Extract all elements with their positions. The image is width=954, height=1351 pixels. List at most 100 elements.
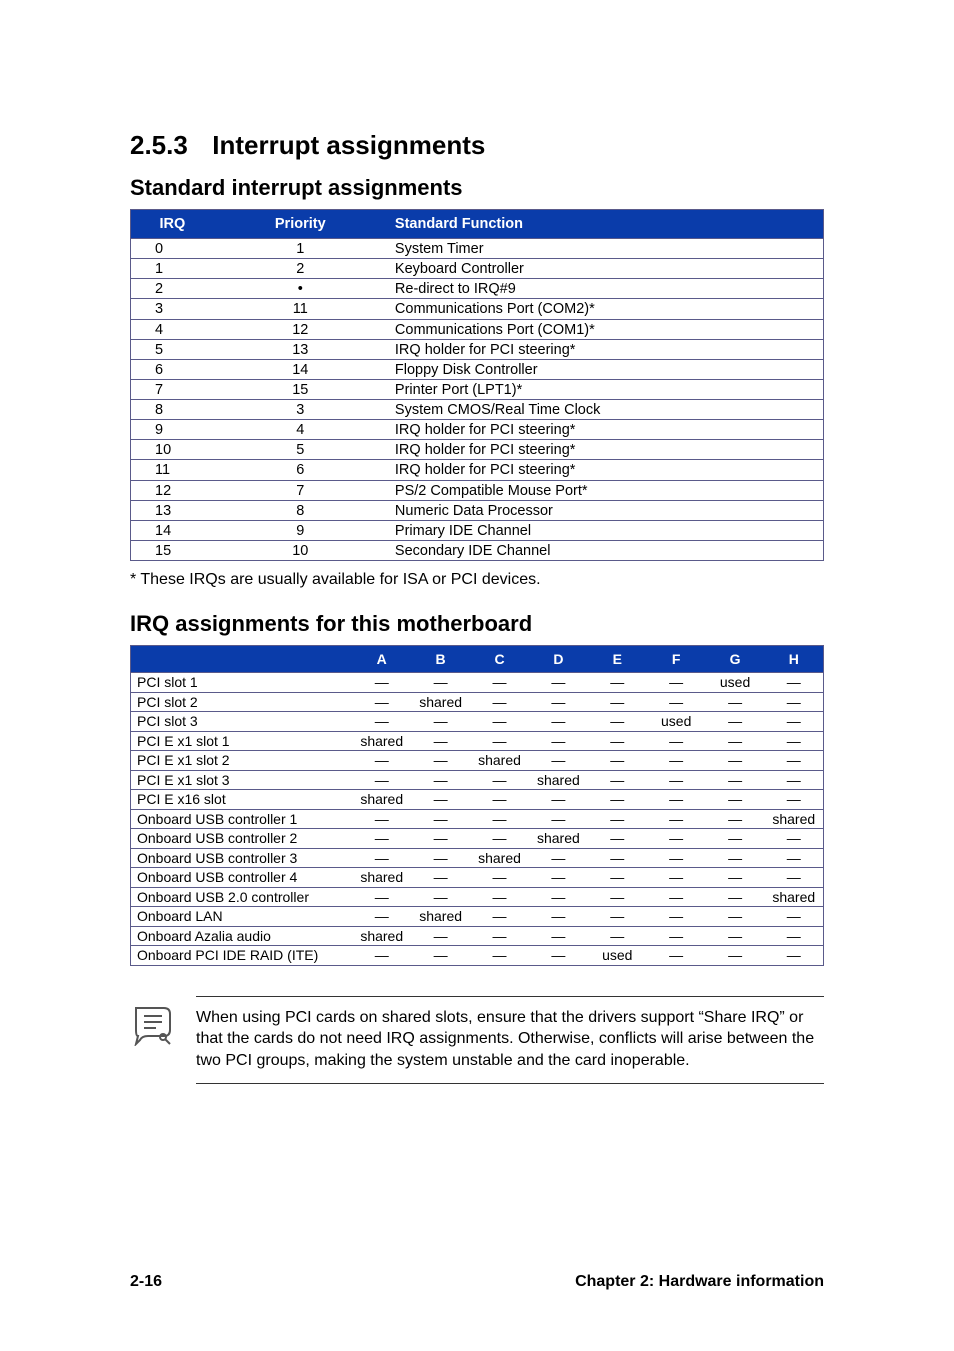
- cell-priority: 3: [214, 400, 387, 420]
- cell-value: —: [529, 673, 588, 693]
- cell-value: —: [588, 926, 647, 946]
- cell-value: —: [411, 926, 470, 946]
- col-f: F: [647, 646, 706, 673]
- cell-value: —: [352, 907, 411, 927]
- cell-irq: 4: [131, 319, 214, 339]
- cell-value: —: [588, 887, 647, 907]
- footnote-irqs: * These IRQs are usually available for I…: [130, 571, 824, 589]
- table-row: PCI E x16 slotshared———————: [131, 790, 824, 810]
- cell-value: —: [765, 673, 824, 693]
- cell-value: shared: [352, 790, 411, 810]
- cell-value: —: [706, 790, 765, 810]
- cell-irq: 7: [131, 379, 214, 399]
- cell-value: —: [588, 673, 647, 693]
- cell-priority: 1: [214, 239, 387, 259]
- cell-priority: 7: [214, 480, 387, 500]
- cell-value: —: [706, 926, 765, 946]
- cell-value: —: [470, 692, 529, 712]
- cell-irq: 12: [131, 480, 214, 500]
- cell-function: Keyboard Controller: [387, 259, 824, 279]
- cell-value: —: [352, 848, 411, 868]
- section-title: Interrupt assignments: [212, 130, 485, 160]
- cell-priority: 13: [214, 339, 387, 359]
- cell-value: —: [588, 848, 647, 868]
- cell-value: —: [352, 751, 411, 771]
- cell-value: —: [588, 751, 647, 771]
- section-heading: 2.5.3 Interrupt assignments: [130, 130, 824, 161]
- table-row: PCI E x1 slot 2——shared—————: [131, 751, 824, 771]
- cell-value: shared: [529, 770, 588, 790]
- cell-value: —: [647, 907, 706, 927]
- table-row: 311Communications Port (COM2)*: [131, 299, 824, 319]
- cell-value: —: [352, 809, 411, 829]
- cell-value: —: [529, 887, 588, 907]
- cell-value: used: [588, 946, 647, 966]
- cell-value: —: [529, 868, 588, 888]
- cell-function: Printer Port (LPT1)*: [387, 379, 824, 399]
- col-e: E: [588, 646, 647, 673]
- cell-value: shared: [470, 848, 529, 868]
- cell-value: —: [647, 829, 706, 849]
- cell-irq: 10: [131, 440, 214, 460]
- cell-value: —: [411, 790, 470, 810]
- cell-value: shared: [529, 829, 588, 849]
- cell-priority: 11: [214, 299, 387, 319]
- subheading-standard: Standard interrupt assignments: [130, 175, 824, 201]
- table-row: 12Keyboard Controller: [131, 259, 824, 279]
- note-icon: [130, 1002, 174, 1051]
- note-text: When using PCI cards on shared slots, en…: [196, 1009, 814, 1069]
- subheading-motherboard: IRQ assignments for this motherboard: [130, 611, 824, 637]
- cell-irq: 5: [131, 339, 214, 359]
- col-d: D: [529, 646, 588, 673]
- cell-value: —: [647, 868, 706, 888]
- cell-value: —: [706, 770, 765, 790]
- cell-priority: •: [214, 279, 387, 299]
- cell-function: IRQ holder for PCI steering*: [387, 440, 824, 460]
- cell-value: —: [588, 712, 647, 732]
- cell-value: —: [647, 673, 706, 693]
- cell-label: PCI slot 1: [131, 673, 353, 693]
- cell-priority: 8: [214, 500, 387, 520]
- cell-value: —: [647, 926, 706, 946]
- table-row: Onboard Azalia audioshared———————: [131, 926, 824, 946]
- cell-value: shared: [352, 926, 411, 946]
- cell-value: —: [529, 712, 588, 732]
- cell-value: —: [411, 712, 470, 732]
- cell-value: —: [647, 887, 706, 907]
- cell-label: Onboard Azalia audio: [131, 926, 353, 946]
- table-row: Onboard USB controller 2———shared————: [131, 829, 824, 849]
- cell-value: —: [588, 790, 647, 810]
- cell-value: —: [529, 731, 588, 751]
- cell-value: —: [706, 946, 765, 966]
- cell-label: Onboard USB 2.0 controller: [131, 887, 353, 907]
- table-row: 715Printer Port (LPT1)*: [131, 379, 824, 399]
- col-function: Standard Function: [387, 210, 824, 239]
- table-row: 513IRQ holder for PCI steering*: [131, 339, 824, 359]
- cell-irq: 15: [131, 540, 214, 560]
- col-h: H: [765, 646, 824, 673]
- cell-value: —: [352, 770, 411, 790]
- cell-value: —: [765, 907, 824, 927]
- cell-value: —: [647, 692, 706, 712]
- cell-value: —: [411, 770, 470, 790]
- cell-value: —: [352, 887, 411, 907]
- table-row: 127PS/2 Compatible Mouse Port*: [131, 480, 824, 500]
- cell-value: —: [470, 731, 529, 751]
- cell-function: Communications Port (COM1)*: [387, 319, 824, 339]
- table-row: 94IRQ holder for PCI steering*: [131, 420, 824, 440]
- cell-value: —: [470, 712, 529, 732]
- cell-irq: 11: [131, 460, 214, 480]
- cell-value: —: [529, 848, 588, 868]
- table-row: PCI E x1 slot 3———shared————: [131, 770, 824, 790]
- cell-value: —: [470, 907, 529, 927]
- cell-value: shared: [470, 751, 529, 771]
- cell-value: —: [352, 946, 411, 966]
- cell-irq: 9: [131, 420, 214, 440]
- cell-value: —: [470, 829, 529, 849]
- cell-value: shared: [352, 731, 411, 751]
- cell-value: shared: [411, 692, 470, 712]
- cell-function: IRQ holder for PCI steering*: [387, 339, 824, 359]
- col-blank: [131, 646, 353, 673]
- cell-value: —: [765, 712, 824, 732]
- cell-irq: 3: [131, 299, 214, 319]
